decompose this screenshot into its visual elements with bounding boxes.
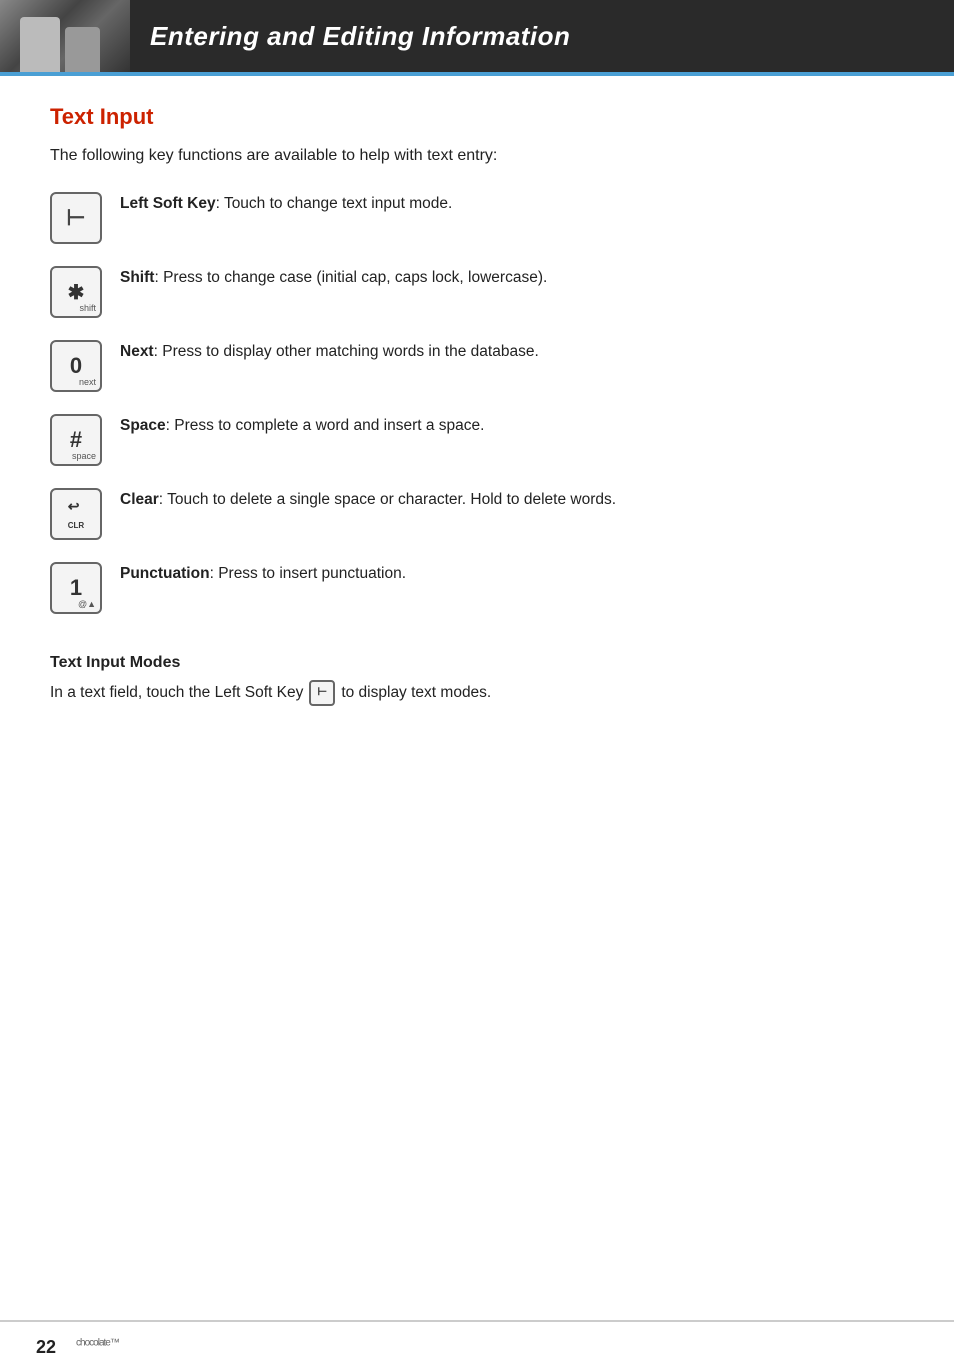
space-icon: # space: [50, 414, 102, 466]
clear-description: Clear: Touch to delete a single space or…: [120, 488, 616, 512]
sub-section-text: In a text field, touch the Left Soft Key…: [50, 680, 904, 706]
next-icon: 0 next: [50, 340, 102, 392]
brand-logo: chocolate™: [76, 1334, 119, 1360]
next-desc-text: Press to display other matching words in…: [162, 343, 539, 360]
lsk-label: Left Soft Key: [120, 195, 216, 212]
shift-symbol: ✱: [68, 280, 85, 305]
shift-description: Shift: Press to change case (initial cap…: [120, 266, 547, 290]
punctuation-icon: 1 @▲: [50, 562, 102, 614]
clear-symbol: ↩CLR: [68, 498, 84, 531]
space-label: Space: [120, 417, 166, 434]
main-content: Text Input The following key functions a…: [0, 76, 954, 746]
sub-text-before: In a text field, touch the Left Soft Key: [50, 681, 303, 706]
header-image: [0, 0, 130, 72]
space-symbol: #: [70, 427, 82, 453]
shift-icon: ✱ shift: [50, 266, 102, 318]
header-photo: [0, 0, 130, 72]
punctuation-label: Punctuation: [120, 565, 210, 582]
inline-lsk-icon: ⊢: [309, 680, 335, 706]
next-description: Next: Press to display other matching wo…: [120, 340, 539, 364]
key-item-clear: ↩CLR Clear: Touch to delete a single spa…: [50, 488, 904, 540]
intro-text: The following key functions are availabl…: [50, 144, 904, 168]
clear-label: Clear: [120, 491, 159, 508]
footer: 22 chocolate™: [0, 1320, 954, 1372]
shift-desc-text: Press to change case (initial cap, caps …: [163, 269, 547, 286]
space-desc-text: Press to complete a word and insert a sp…: [174, 417, 484, 434]
brand-suffix: ™: [110, 1338, 119, 1349]
figure-right: [65, 27, 100, 72]
punctuation-colon: :: [210, 565, 219, 582]
key-item-lsk: ⊢ Left Soft Key: Touch to change text in…: [50, 192, 904, 244]
figure-left: [20, 17, 60, 72]
clear-desc-text: Touch to delete a single space or charac…: [167, 491, 616, 508]
next-sub: next: [79, 377, 96, 387]
clear-icon: ↩CLR: [50, 488, 102, 540]
next-colon: :: [154, 343, 163, 360]
space-description: Space: Press to complete a word and inse…: [120, 414, 484, 438]
space-sub: space: [72, 451, 96, 461]
punctuation-desc-text: Press to insert punctuation.: [218, 565, 406, 582]
next-symbol: 0: [70, 353, 82, 379]
page-title: Entering and Editing Information: [150, 21, 570, 52]
key-item-next: 0 next Next: Press to display other matc…: [50, 340, 904, 392]
clear-colon: :: [159, 491, 167, 508]
lsk-colon: :: [216, 195, 224, 212]
page-number: 22: [36, 1337, 56, 1358]
lsk-description: Left Soft Key: Touch to change text inpu…: [120, 192, 452, 216]
lsk-icon: ⊢: [50, 192, 102, 244]
lsk-symbol: ⊢: [66, 205, 85, 231]
next-label: Next: [120, 343, 154, 360]
punctuation-sub: @▲: [78, 599, 96, 609]
shift-colon: :: [154, 269, 163, 286]
shift-sub: shift: [79, 303, 96, 313]
punctuation-description: Punctuation: Press to insert punctuation…: [120, 562, 406, 586]
header: Entering and Editing Information: [0, 0, 954, 72]
punctuation-symbol: 1: [70, 575, 82, 601]
header-title-area: Entering and Editing Information: [130, 0, 954, 72]
key-item-space: # space Space: Press to complete a word …: [50, 414, 904, 466]
space-colon: :: [166, 417, 175, 434]
key-item-shift: ✱ shift Shift: Press to change case (ini…: [50, 266, 904, 318]
shift-label: Shift: [120, 269, 154, 286]
key-item-punctuation: 1 @▲ Punctuation: Press to insert punctu…: [50, 562, 904, 614]
sub-section-title: Text Input Modes: [50, 654, 904, 672]
sub-text-after: to display text modes.: [341, 681, 491, 706]
section-title: Text Input: [50, 104, 904, 130]
brand-name: chocolate: [76, 1338, 110, 1349]
lsk-desc-text: Touch to change text input mode.: [224, 195, 452, 212]
sub-section-modes: Text Input Modes In a text field, touch …: [50, 644, 904, 706]
